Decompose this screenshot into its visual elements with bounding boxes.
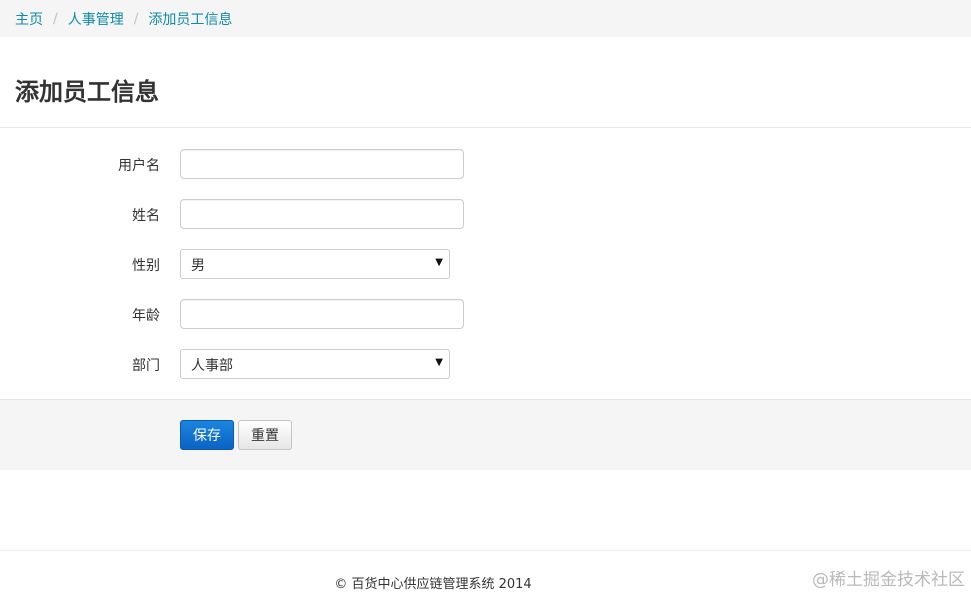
department-select[interactable]: 人事部 ▼ [180,349,450,379]
age-label: 年龄 [132,308,160,324]
breadcrumb: 主页 / 人事管理 / 添加员工信息 [0,0,971,37]
footer-copyright: © 百货中心供应链管理系统 2014 [334,577,532,592]
department-label: 部门 [132,358,160,374]
form-actions: 保存 重置 [0,399,971,470]
name-row: 姓名 [0,199,971,229]
breadcrumb-home-link[interactable]: 主页 [15,9,43,29]
title-divider [0,127,971,128]
save-button[interactable]: 保存 [180,420,234,450]
age-row: 年龄 [0,299,971,329]
watermark: @稀土掘金技术社区 [812,570,965,590]
department-row: 部门 人事部 ▼ [0,349,971,379]
username-label: 用户名 [118,158,160,174]
username-input[interactable] [180,149,464,179]
gender-select[interactable]: 男 ▼ [180,249,450,279]
age-input[interactable] [180,299,464,329]
dropdown-arrow-icon: ▼ [435,357,443,368]
username-row: 用户名 [0,149,971,179]
dropdown-arrow-icon: ▼ [435,257,443,268]
name-input[interactable] [180,199,464,229]
reset-button[interactable]: 重置 [238,420,292,450]
breadcrumb-separator: / [133,10,139,27]
gender-label: 性别 [132,258,160,274]
department-selected-value: 人事部 [191,358,233,374]
page-title: 添加员工信息 [15,77,159,106]
breadcrumb-hr-link[interactable]: 人事管理 [68,9,124,29]
breadcrumb-separator: / [53,10,58,27]
name-label: 姓名 [132,208,160,224]
footer-divider [0,550,971,551]
gender-selected-value: 男 [191,258,205,274]
gender-row: 性别 男 ▼ [0,249,971,279]
breadcrumb-current-link[interactable]: 添加员工信息 [148,9,232,29]
